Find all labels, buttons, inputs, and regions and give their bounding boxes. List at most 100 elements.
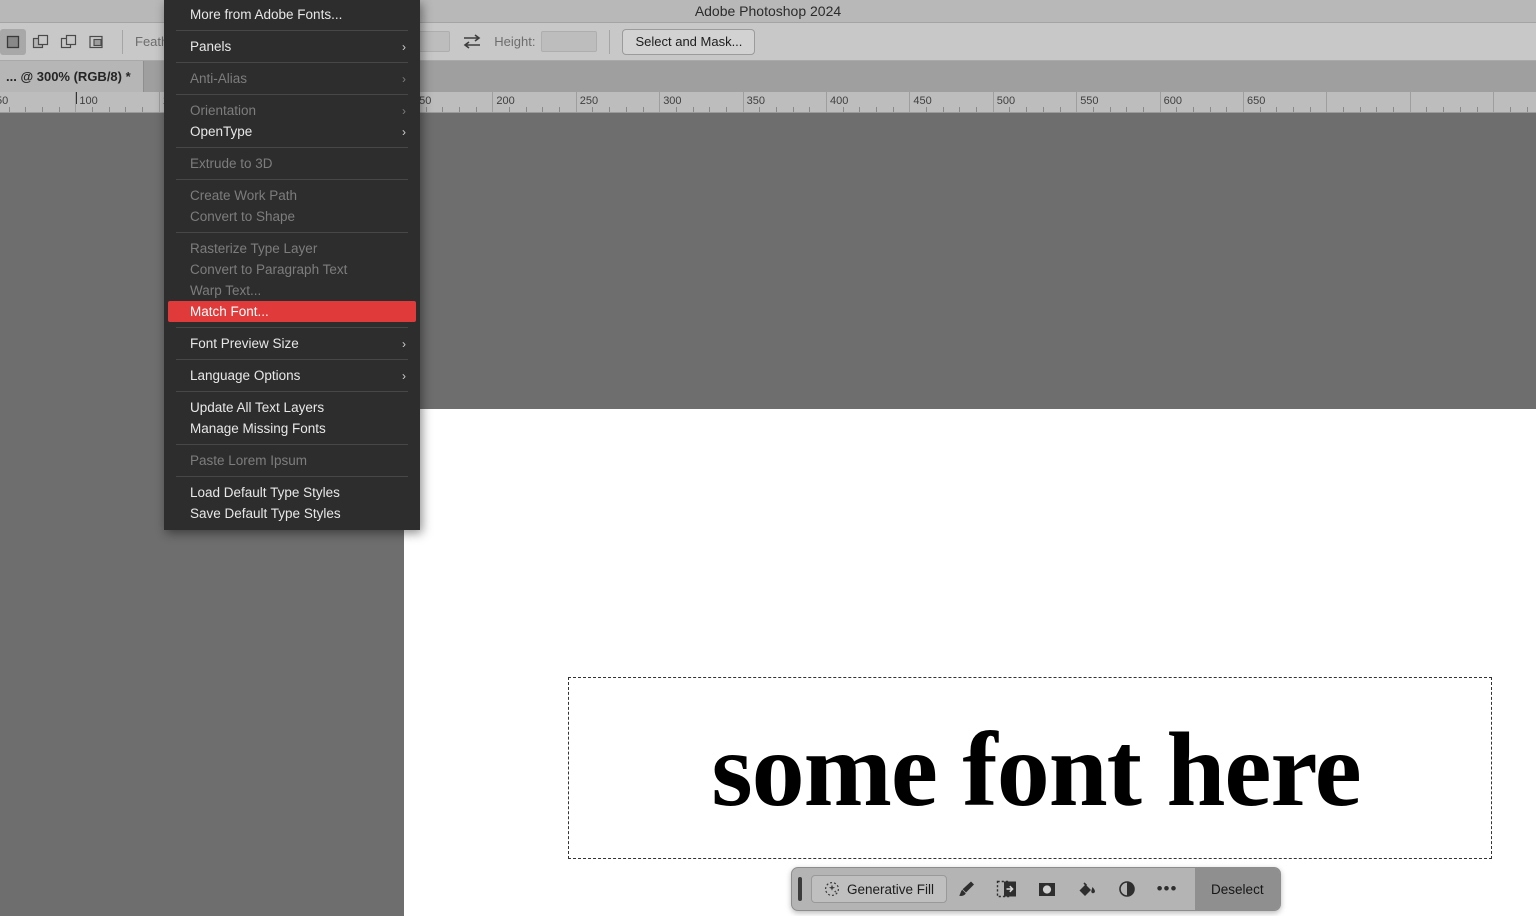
menu-separator xyxy=(176,327,408,328)
ruler-tick-minor xyxy=(609,107,610,112)
ruler-tick-minor xyxy=(1460,107,1461,112)
generative-fill-button[interactable]: Generative Fill xyxy=(811,875,947,903)
menu-item-update-all-text-layers[interactable]: Update All Text Layers xyxy=(164,397,420,418)
ruler-tick-minor xyxy=(476,107,477,112)
adjustment-layer-icon[interactable] xyxy=(1110,874,1144,904)
ruler-label: 550 xyxy=(1080,95,1098,107)
create-mask-icon[interactable] xyxy=(1030,874,1064,904)
subtract-from-selection-button[interactable] xyxy=(56,29,82,55)
ruler-tick-minor xyxy=(776,107,777,112)
intersect-with-selection-icon xyxy=(88,34,106,50)
menu-item-save-default-type-styles[interactable]: Save Default Type Styles xyxy=(164,503,420,524)
ruler-tick-major xyxy=(159,92,160,112)
new-selection-icon xyxy=(5,34,21,50)
ruler-label: 500 xyxy=(997,95,1015,107)
menu-item-label: Load Default Type Styles xyxy=(190,485,340,500)
ruler-tick-major xyxy=(1410,92,1411,112)
menu-separator xyxy=(176,147,408,148)
ruler-tick-minor xyxy=(1143,107,1144,112)
ruler-tick-major xyxy=(993,92,994,112)
ruler-tick-minor xyxy=(142,107,143,112)
new-selection-button[interactable] xyxy=(0,29,26,55)
menu-item-label: Update All Text Layers xyxy=(190,400,324,415)
menu-item-manage-missing-fonts[interactable]: Manage Missing Fonts xyxy=(164,418,420,439)
menu-item-label: Manage Missing Fonts xyxy=(190,421,326,436)
select-and-mask-button[interactable]: Select and Mask... xyxy=(622,29,755,55)
menu-item-label: Paste Lorem Ipsum xyxy=(190,453,307,468)
divider-2 xyxy=(609,30,610,54)
ruler-tick-minor xyxy=(1426,107,1427,112)
ruler-tick-minor xyxy=(559,107,560,112)
document-tab[interactable]: ... @ 300% (RGB/8) * xyxy=(0,61,144,92)
ruler-tick-minor xyxy=(59,107,60,112)
select-subject-icon[interactable] xyxy=(990,874,1024,904)
menu-item-label: Create Work Path xyxy=(190,188,297,203)
menu-separator xyxy=(176,94,408,95)
ruler-label: 50 xyxy=(0,95,8,107)
divider xyxy=(122,30,123,54)
ruler-tick-minor xyxy=(442,107,443,112)
swap-dimensions-icon[interactable] xyxy=(462,34,482,49)
ruler-tick-minor xyxy=(1226,107,1227,112)
selection-mode-group xyxy=(0,29,110,55)
menu-item-label: Convert to Paragraph Text xyxy=(190,262,347,277)
ruler-tick-minor xyxy=(109,107,110,112)
ruler-tick-minor xyxy=(976,107,977,112)
ruler-tick-minor xyxy=(676,107,677,112)
ruler-tick-minor xyxy=(726,107,727,112)
menu-item-opentype[interactable]: OpenType› xyxy=(164,121,420,142)
ruler-tick-major xyxy=(743,92,744,112)
ruler-tick-minor xyxy=(1009,107,1010,112)
ruler-tick-minor xyxy=(1376,107,1377,112)
menu-item-match-font[interactable]: Match Font... xyxy=(168,301,416,322)
menu-item-language-options[interactable]: Language Options› xyxy=(164,365,420,386)
add-to-selection-icon xyxy=(32,34,50,50)
menu-item-font-preview-size[interactable]: Font Preview Size› xyxy=(164,333,420,354)
chevron-right-icon: › xyxy=(402,125,406,139)
menu-item-label: Warp Text... xyxy=(190,283,261,298)
menu-item-label: Font Preview Size xyxy=(190,336,299,351)
ruler-tick-minor xyxy=(25,107,26,112)
fill-selection-icon[interactable] xyxy=(1070,874,1104,904)
ruler-tick-major xyxy=(1326,92,1327,112)
ruler-position-marker xyxy=(76,92,77,104)
ruler-tick-minor xyxy=(709,107,710,112)
ruler-tick-minor xyxy=(693,107,694,112)
ruler-tick-minor xyxy=(943,107,944,112)
remove-background-icon[interactable] xyxy=(950,874,984,904)
subtract-from-selection-icon xyxy=(60,34,78,50)
menu-item-create-work-path: Create Work Path xyxy=(164,185,420,206)
deselect-button[interactable]: Deselect xyxy=(1195,868,1280,910)
more-options-icon[interactable]: ••• xyxy=(1150,874,1184,904)
ruler-tick-minor xyxy=(1176,107,1177,112)
menu-separator xyxy=(176,179,408,180)
chevron-right-icon: › xyxy=(402,72,406,86)
ruler-tick-minor xyxy=(1393,107,1394,112)
intersect-with-selection-button[interactable] xyxy=(84,29,110,55)
add-to-selection-button[interactable] xyxy=(28,29,54,55)
ruler-tick-minor xyxy=(1110,107,1111,112)
menu-item-load-default-type-styles[interactable]: Load Default Type Styles xyxy=(164,482,420,503)
menu-item-label: Language Options xyxy=(190,368,300,383)
menu-item-rasterize-type-layer: Rasterize Type Layer xyxy=(164,238,420,259)
ruler-tick-minor xyxy=(526,107,527,112)
ruler-tick-minor xyxy=(759,107,760,112)
ruler-tick-major xyxy=(1493,92,1494,112)
ruler-tick-major xyxy=(826,92,827,112)
height-input[interactable] xyxy=(541,31,597,52)
menu-separator xyxy=(176,30,408,31)
ruler-label: 250 xyxy=(580,95,598,107)
ruler-tick-minor xyxy=(893,107,894,112)
ruler-tick-major xyxy=(659,92,660,112)
menu-item-convert-to-paragraph-text: Convert to Paragraph Text xyxy=(164,259,420,280)
drag-handle[interactable] xyxy=(798,877,802,901)
ruler-tick-minor xyxy=(876,107,877,112)
generative-fill-label: Generative Fill xyxy=(847,882,934,897)
ruler-label: 450 xyxy=(913,95,931,107)
menu-item-label: Anti-Alias xyxy=(190,71,247,86)
menu-item-more-from-adobe-fonts[interactable]: More from Adobe Fonts... xyxy=(164,4,420,25)
menu-item-panels[interactable]: Panels› xyxy=(164,36,420,57)
ruler-tick-minor xyxy=(843,107,844,112)
ruler-tick-minor xyxy=(793,107,794,112)
menu-item-label: Panels xyxy=(190,39,231,54)
